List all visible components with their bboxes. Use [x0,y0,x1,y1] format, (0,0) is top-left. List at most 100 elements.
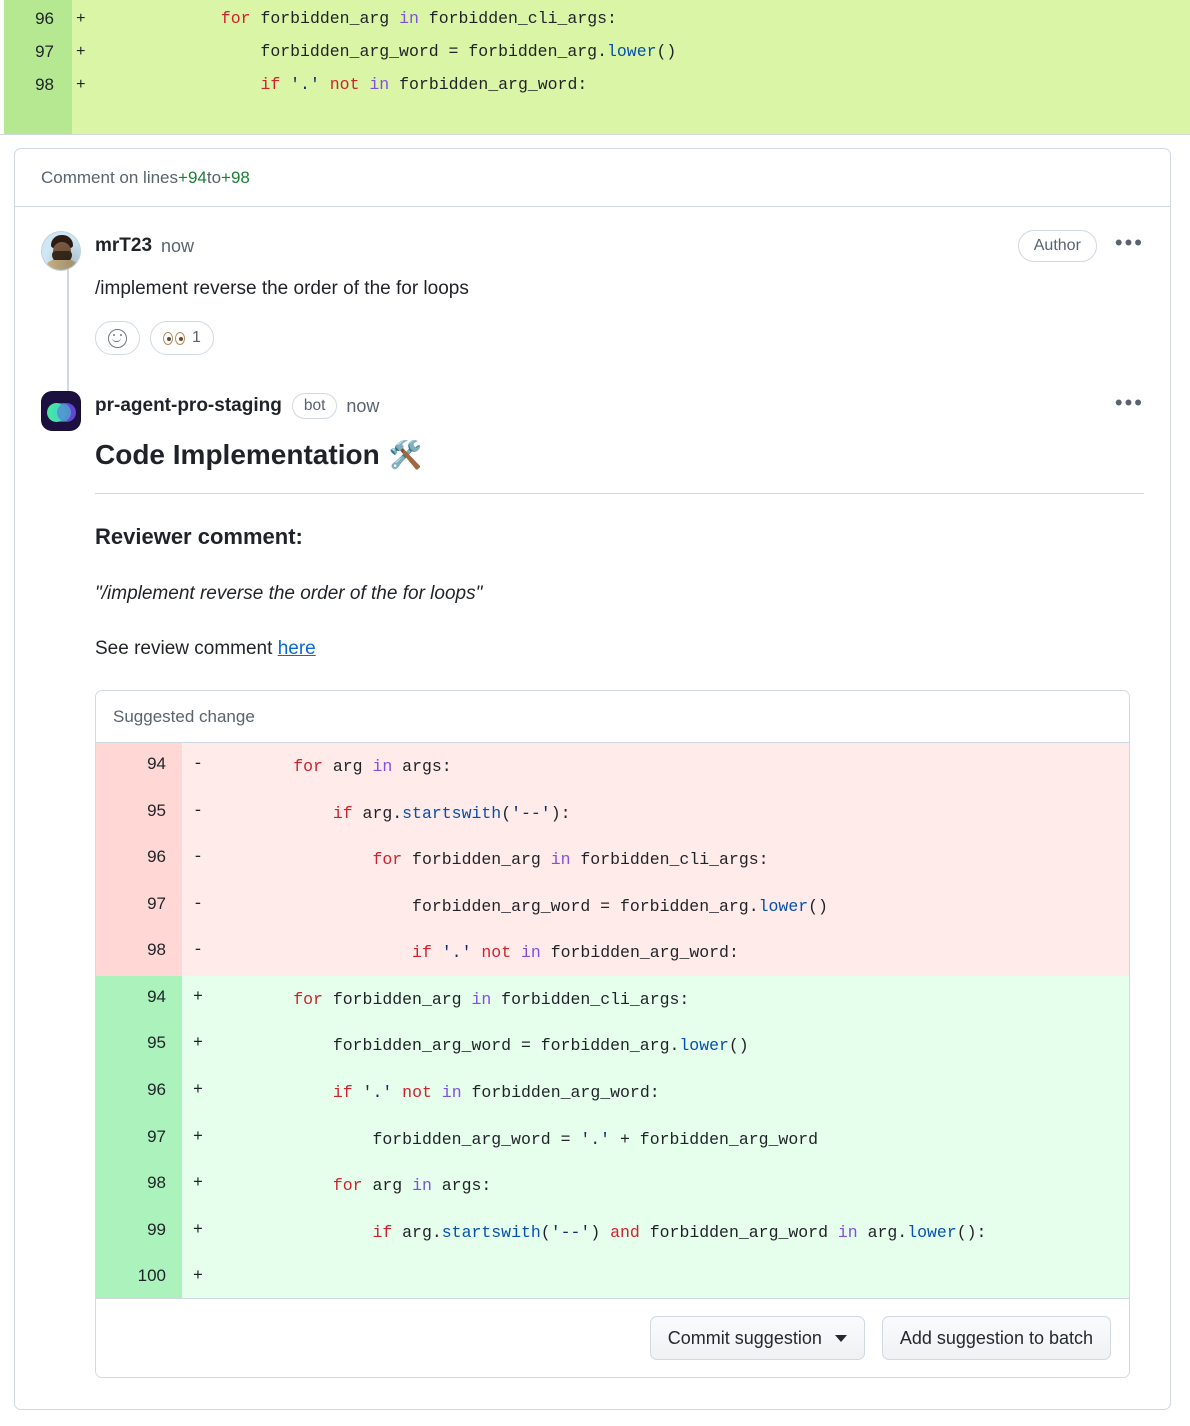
kebab-menu-icon[interactable]: ••• [1115,232,1144,256]
suggestion-diff-row: 96- for forbidden_arg in forbidden_cli_a… [96,836,1129,883]
suggestion-line-number: 97 [96,882,182,930]
suggestion-line-number: 99 [96,1208,182,1256]
suggestion-line-number: 96 [96,1068,182,1116]
add-suggestion-to-batch-button[interactable]: Add suggestion to batch [881,1316,1111,1361]
suggestion-line-number: 94 [96,975,182,1023]
suggestion-diff-row: 97- forbidden_arg_word = forbidden_arg.l… [96,882,1129,930]
eyes-reaction-button[interactable]: 1 [150,321,214,355]
suggestion-line-code: forbidden_arg_word = '.' + forbidden_arg… [214,1129,819,1149]
bot-username[interactable]: pr-agent-pro-staging [95,395,282,417]
comment-lines-mid: to [206,167,222,187]
suggestion-line-sign: - [193,847,203,867]
bot-comment: pr-agent-pro-staging bot now ••• Code Im… [41,391,1144,1379]
suggestion-line-code [214,1255,1129,1276]
suggestion-line-number: 96 [96,836,182,883]
see-review-comment-line: See review comment here [95,638,1144,660]
avatar[interactable] [41,231,81,271]
diff-line-code: forbidden_arg_word = forbidden_arg.lower… [102,42,677,61]
chevron-down-icon[interactable] [834,1334,847,1342]
see-review-comment-text: See review comment [95,638,278,659]
suggestion-diff-row: 94- for arg in args: [96,743,1129,790]
diff-line-number: 98 [35,74,54,94]
suggestion-diff-row: 98- if '.' not in forbidden_arg_word: [96,929,1129,976]
suggestion-line-number: 98 [96,929,182,976]
suggestion-diff-row: 98 + for arg in args: [96,1162,1129,1209]
suggestion-line-number: 97 [96,1115,182,1163]
reviewer-comment-heading: Reviewer comment: [95,524,303,549]
title-divider [95,493,1144,494]
suggestion-diff-row: 99 + if arg.startswith('--') and forbidde… [96,1208,1129,1256]
suggestion-diff-row: 95 + forbidden_arg_word = forbidden_arg.l… [96,1022,1129,1069]
github-pr-conversation-page: 96 + for forbidden_arg in forbidden_cli_a… [0,0,1190,1426]
user-comment-body: /implement reverse the order of the for … [95,278,469,299]
avatar-shading [42,232,80,270]
suggestion-line-sign: + [193,1033,203,1053]
suggested-change-block: Suggested change 94- for arg in args: 95-… [95,690,1130,1379]
suggestion-line-sign: - [193,754,203,773]
review-comment-link[interactable]: here [278,638,316,659]
suggestion-line-sign: - [193,893,203,913]
comment-lines-from: +94 [178,167,207,187]
bot-avatar-column [41,391,95,1378]
bot-kebab-menu-icon[interactable]: ••• [1115,392,1144,416]
suggestion-diff-row: 96 + if '.' not in forbidden_arg_word: [96,1068,1129,1116]
suggestion-line-sign: + [193,1266,203,1286]
suggestion-line-code: if '.' not in forbidden_arg_word: [332,1082,660,1102]
suggestion-line-code: if arg.startswith('--'): [332,803,571,823]
suggestion-line-code: forbidden_arg_word = forbidden_arg.lower… [214,1036,749,1056]
user-comment-main: mrT23 now Author ••• /implement reverse … [95,230,1144,355]
diff-context-strip: 96 + for forbidden_arg in forbidden_cli_a… [0,0,1190,135]
bot-badge: bot [291,393,338,419]
suggested-change-header: Suggested change [96,691,1129,743]
timestamp: now [161,235,195,256]
comment-lines-to: +98 [221,167,250,187]
bot-timestamp: now [346,395,380,416]
diff-line: 97 + forbidden_arg_word = forbidden_arg.l… [0,35,1190,68]
bot-avatar[interactable] [41,391,81,431]
comment-thread: mrT23 now Author ••• /implement reverse … [15,207,1170,1379]
suggestion-line-sign: + [193,1126,203,1146]
add-reaction-button[interactable] [95,321,140,355]
suggestion-actions: Commit suggestion Add suggestion to batc… [96,1298,1129,1378]
suggestion-line-sign: + [193,1079,203,1099]
comment-lines-header: Comment on lines +94 to +98 [15,149,1170,207]
diff-line: 98 + if '.' not in forbidden_arg_word: [0,68,1190,101]
diff-line-number: 97 [35,41,54,61]
suggestion-diff-row: 95- if arg.startswith('--'): [96,789,1129,837]
suggestion-line-sign: - [193,940,203,960]
suggestion-line-code: for arg in args: [332,1176,492,1196]
add-suggestion-to-batch-label: Add suggestion to batch [899,1327,1093,1348]
suggestion-line-code: forbidden_arg_word = forbidden_arg.lower… [214,896,828,916]
suggestion-line-code: for forbidden_arg in forbidden_cli_args: [293,989,690,1009]
user-comment: mrT23 now Author ••• /implement reverse … [41,230,1144,355]
suggestion-line-sign: - [193,800,203,820]
suggestion-line-sign: + [193,986,203,1006]
suggestion-line-number: 95 [96,789,182,837]
reactions-bar: 1 [95,321,1144,355]
inline-comment-card: Comment on lines +94 to +98 mrT23 now Au… [14,148,1171,1410]
suggestion-line-code: for arg in args: [293,757,452,776]
diff-line-sign: + [76,75,86,94]
comment-lines-prefix: Comment on lines [41,167,179,187]
username[interactable]: mrT23 [95,235,152,257]
suggestion-line-sign: + [193,1173,203,1193]
suggestion-line-code: for forbidden_arg in forbidden_cli_args: [372,850,769,870]
bot-comment-header: pr-agent-pro-staging bot now ••• [95,391,1144,421]
suggestion-line-number: 95 [96,1022,182,1069]
diff-line-code: for forbidden_arg in forbidden_cli_args: [220,9,617,28]
diff-line: 96 + for forbidden_arg in forbidden_cli_a… [0,2,1190,35]
suggestion-line-number: 98 [96,1162,182,1209]
suggested-change-diff: 94- for arg in args: 95- if arg.startswit… [96,743,1129,1299]
smiley-face-icon [108,328,127,348]
page-title: Code Implementation 🛠️ [95,439,1144,471]
commit-suggestion-button[interactable]: Commit suggestion [649,1316,865,1361]
status-badge: Author [1017,230,1097,262]
suggestion-line-code: if '.' not in forbidden_arg_word: [412,943,739,963]
suggestion-line-number: 100 [96,1255,182,1299]
avatar-column [41,231,95,355]
suggestion-line-number: 94 [96,743,182,790]
hammer-and-wrench-icon: 🛠️ [388,439,423,470]
suggestion-diff-row: 94 + for forbidden_arg in forbidden_cli_a… [96,975,1129,1023]
bot-logo-circle-teal [52,403,71,422]
suggestion-line-sign: + [193,1219,203,1239]
